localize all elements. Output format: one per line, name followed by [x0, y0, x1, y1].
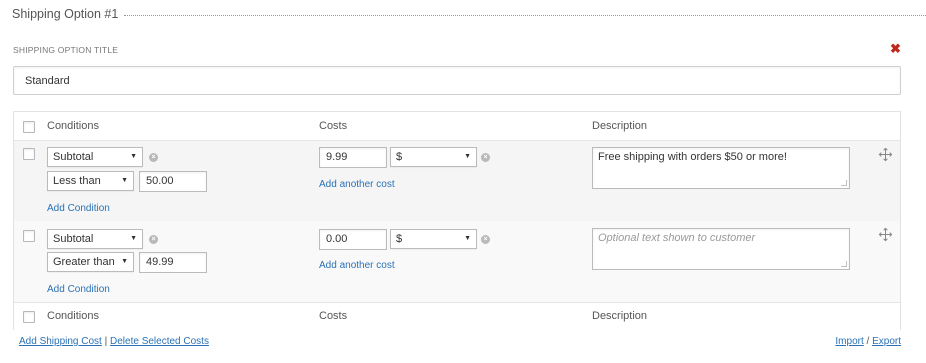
- delete-selected-costs-link[interactable]: Delete Selected Costs: [110, 336, 209, 347]
- table-footer-row: Conditions Costs Description: [14, 302, 900, 330]
- links-separator: |: [104, 336, 108, 347]
- remove-cost-icon[interactable]: ×: [481, 235, 490, 244]
- remove-shipping-option-icon[interactable]: ✖: [890, 42, 901, 55]
- table-row: Subtotal ▼ × Greater than ▼ 49.99 Add Co…: [14, 221, 900, 302]
- add-condition-link[interactable]: Add Condition: [47, 203, 110, 214]
- add-shipping-cost-link[interactable]: Add Shipping Cost: [19, 336, 102, 347]
- caret-down-icon: ▼: [130, 235, 137, 242]
- cost-actions-links: Add Shipping Cost | Delete Selected Cost…: [19, 336, 209, 347]
- header-dotted-divider: [124, 14, 926, 16]
- remove-cost-icon[interactable]: ×: [481, 153, 490, 162]
- description-textarea[interactable]: Optional text shown to customer: [592, 228, 850, 270]
- select-all-checkbox[interactable]: [23, 121, 35, 133]
- export-link[interactable]: Export: [872, 336, 901, 347]
- caret-down-icon: ▼: [121, 177, 128, 184]
- conditions-column-footer: Conditions: [47, 310, 99, 322]
- row-checkbox[interactable]: [23, 230, 35, 242]
- description-textarea[interactable]: Free shipping with orders $50 or more!: [592, 147, 850, 189]
- shipping-costs-table: Conditions Costs Description Subtotal ▼ …: [13, 111, 901, 330]
- costs-column-header: Costs: [319, 120, 348, 132]
- import-export-separator: /: [866, 336, 870, 347]
- caret-down-icon: ▼: [130, 153, 137, 160]
- move-arrows-icon[interactable]: [878, 147, 893, 162]
- add-condition-link[interactable]: Add Condition: [47, 284, 110, 295]
- conditions-column-header: Conditions: [47, 120, 99, 132]
- condition-type-select[interactable]: Subtotal ▼: [47, 229, 143, 249]
- costs-column-footer: Costs: [319, 310, 348, 322]
- cost-unit-select[interactable]: $ ▼: [390, 229, 477, 249]
- import-link[interactable]: Import: [835, 336, 863, 347]
- cost-unit-select[interactable]: $ ▼: [390, 147, 477, 167]
- import-export-links: Import / Export: [835, 336, 901, 347]
- cost-value-input[interactable]: 0.00: [319, 229, 387, 250]
- select-all-checkbox-footer[interactable]: [23, 311, 35, 323]
- remove-condition-icon[interactable]: ×: [149, 153, 158, 162]
- add-another-cost-link[interactable]: Add another cost: [319, 260, 395, 271]
- caret-down-icon: ▼: [464, 235, 471, 242]
- move-arrows-icon[interactable]: [878, 227, 893, 242]
- condition-operator-select[interactable]: Greater than ▼: [47, 252, 134, 272]
- condition-operator-select[interactable]: Less than ▼: [47, 171, 134, 191]
- resize-handle-icon[interactable]: [841, 261, 847, 267]
- caret-down-icon: ▼: [121, 258, 128, 265]
- cost-value-input[interactable]: 9.99: [319, 147, 387, 168]
- add-another-cost-link[interactable]: Add another cost: [319, 179, 395, 190]
- shipping-option-title-label: SHIPPING OPTION TITLE: [13, 45, 119, 55]
- condition-value-input[interactable]: 49.99: [139, 252, 207, 273]
- condition-value-input[interactable]: 50.00: [139, 171, 207, 192]
- shipping-option-heading: Shipping Option #1: [12, 7, 119, 21]
- caret-down-icon: ▼: [464, 153, 471, 160]
- table-row: Subtotal ▼ × Less than ▼ 50.00 Add Condi…: [14, 141, 900, 221]
- row-checkbox[interactable]: [23, 148, 35, 160]
- table-header-row: Conditions Costs Description: [14, 112, 900, 141]
- remove-condition-icon[interactable]: ×: [149, 235, 158, 244]
- shipping-option-header: Shipping Option #1: [12, 6, 926, 22]
- description-column-footer: Description: [592, 310, 648, 322]
- shipping-option-title-input[interactable]: [13, 66, 901, 95]
- condition-type-select[interactable]: Subtotal ▼: [47, 147, 143, 167]
- description-column-header: Description: [592, 120, 648, 132]
- resize-handle-icon[interactable]: [841, 180, 847, 186]
